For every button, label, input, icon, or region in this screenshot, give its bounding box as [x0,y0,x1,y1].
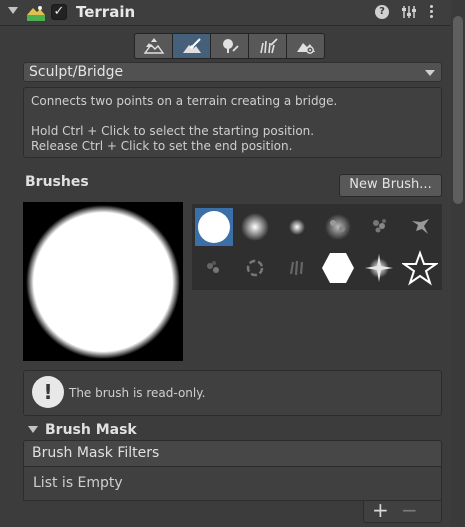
star-outline-brush-icon [402,250,438,286]
new-brush-button[interactable]: New Brush... [339,174,442,197]
component-title: Terrain [76,3,136,21]
raise-lower-terrain-icon [143,38,164,54]
brush-preview [23,202,183,361]
paint-terrain-button[interactable] [172,33,211,59]
hard-round-brush-icon [198,211,230,243]
add-filter-button[interactable]: + [372,499,389,521]
raise-lower-terrain-button[interactable] [134,33,173,59]
brush-slot[interactable] [195,249,233,287]
tool-selector-value: Sculpt/Bridge [29,64,124,80]
brush-mask-foldout-arrow[interactable] [28,426,38,433]
paint-details-icon [259,38,278,54]
splatter-brush-icon [412,219,429,234]
readonly-help-box: ! The brush is read-only. [23,370,442,416]
brushes-label: Brushes [25,174,89,190]
brush-slot[interactable] [360,208,398,246]
list-empty-label: List is Empty [33,475,123,491]
hexagon-brush-icon [322,253,354,283]
help-icon[interactable]: ? [375,5,389,19]
sparkle-brush-icon [365,254,393,282]
component-enabled-checkbox[interactable]: ✓ [51,4,67,20]
preset-settings-icon[interactable] [401,4,417,20]
context-menu-icon[interactable] [428,4,434,20]
soft-round-brush-icon [241,213,269,241]
dropdown-arrow-icon [425,70,435,76]
brush-slot[interactable] [236,249,274,287]
brush-slot[interactable] [236,208,274,246]
terrain-component-icon [27,6,45,21]
filters-header-label: Brush Mask Filters [32,445,160,461]
brush-slot[interactable] [401,249,439,287]
speckle-brush-icon [207,261,219,273]
brush-slot[interactable] [278,249,316,287]
inspector-component-header: ✓ Terrain ? [0,0,465,26]
description-line: Hold Ctrl + Click to select the starting… [31,124,315,138]
brush-slot[interactable] [278,208,316,246]
tool-selector-dropdown[interactable]: Sculpt/Bridge [23,62,442,82]
brush-slot[interactable] [319,249,357,287]
component-foldout-arrow[interactable] [8,7,18,14]
brush-mask-label[interactable]: Brush Mask [45,422,137,438]
paint-trees-icon [222,39,239,53]
inspector-scrollbar-thumb[interactable] [453,16,463,204]
brush-slot[interactable] [401,208,439,246]
paint-details-button[interactable] [248,33,287,59]
description-line: Connects two points on a terrain creatin… [31,94,338,108]
noise-cloud-brush-icon [325,214,351,240]
brush-palette [192,204,442,290]
small-soft-brush-icon [289,219,305,235]
terrain-tool-toolbar [134,33,329,59]
paint-terrain-icon [182,38,201,53]
streak-brush-icon [289,260,304,276]
paint-trees-button[interactable] [210,33,249,59]
brush-slot[interactable] [195,208,233,246]
brush-slot[interactable] [360,249,398,287]
brush-mask-filters-list: List is Empty [23,467,442,501]
tool-description-box: Connects two points on a terrain creatin… [23,87,442,158]
brush-mask-filters-header: Brush Mask Filters [23,440,442,467]
description-line: Release Ctrl + Click to set the end posi… [31,139,293,153]
readonly-message: The brush is read-only. [69,386,206,400]
brush-slot[interactable] [319,208,357,246]
scatter-brush-icon [373,219,386,233]
info-exclamation-icon: ! [32,376,64,408]
ring-noise-brush-icon [246,259,264,277]
brush-preview-image [26,205,180,359]
remove-filter-button[interactable]: − [401,499,418,521]
terrain-settings-button[interactable] [286,33,325,59]
terrain-settings-icon [296,43,315,54]
